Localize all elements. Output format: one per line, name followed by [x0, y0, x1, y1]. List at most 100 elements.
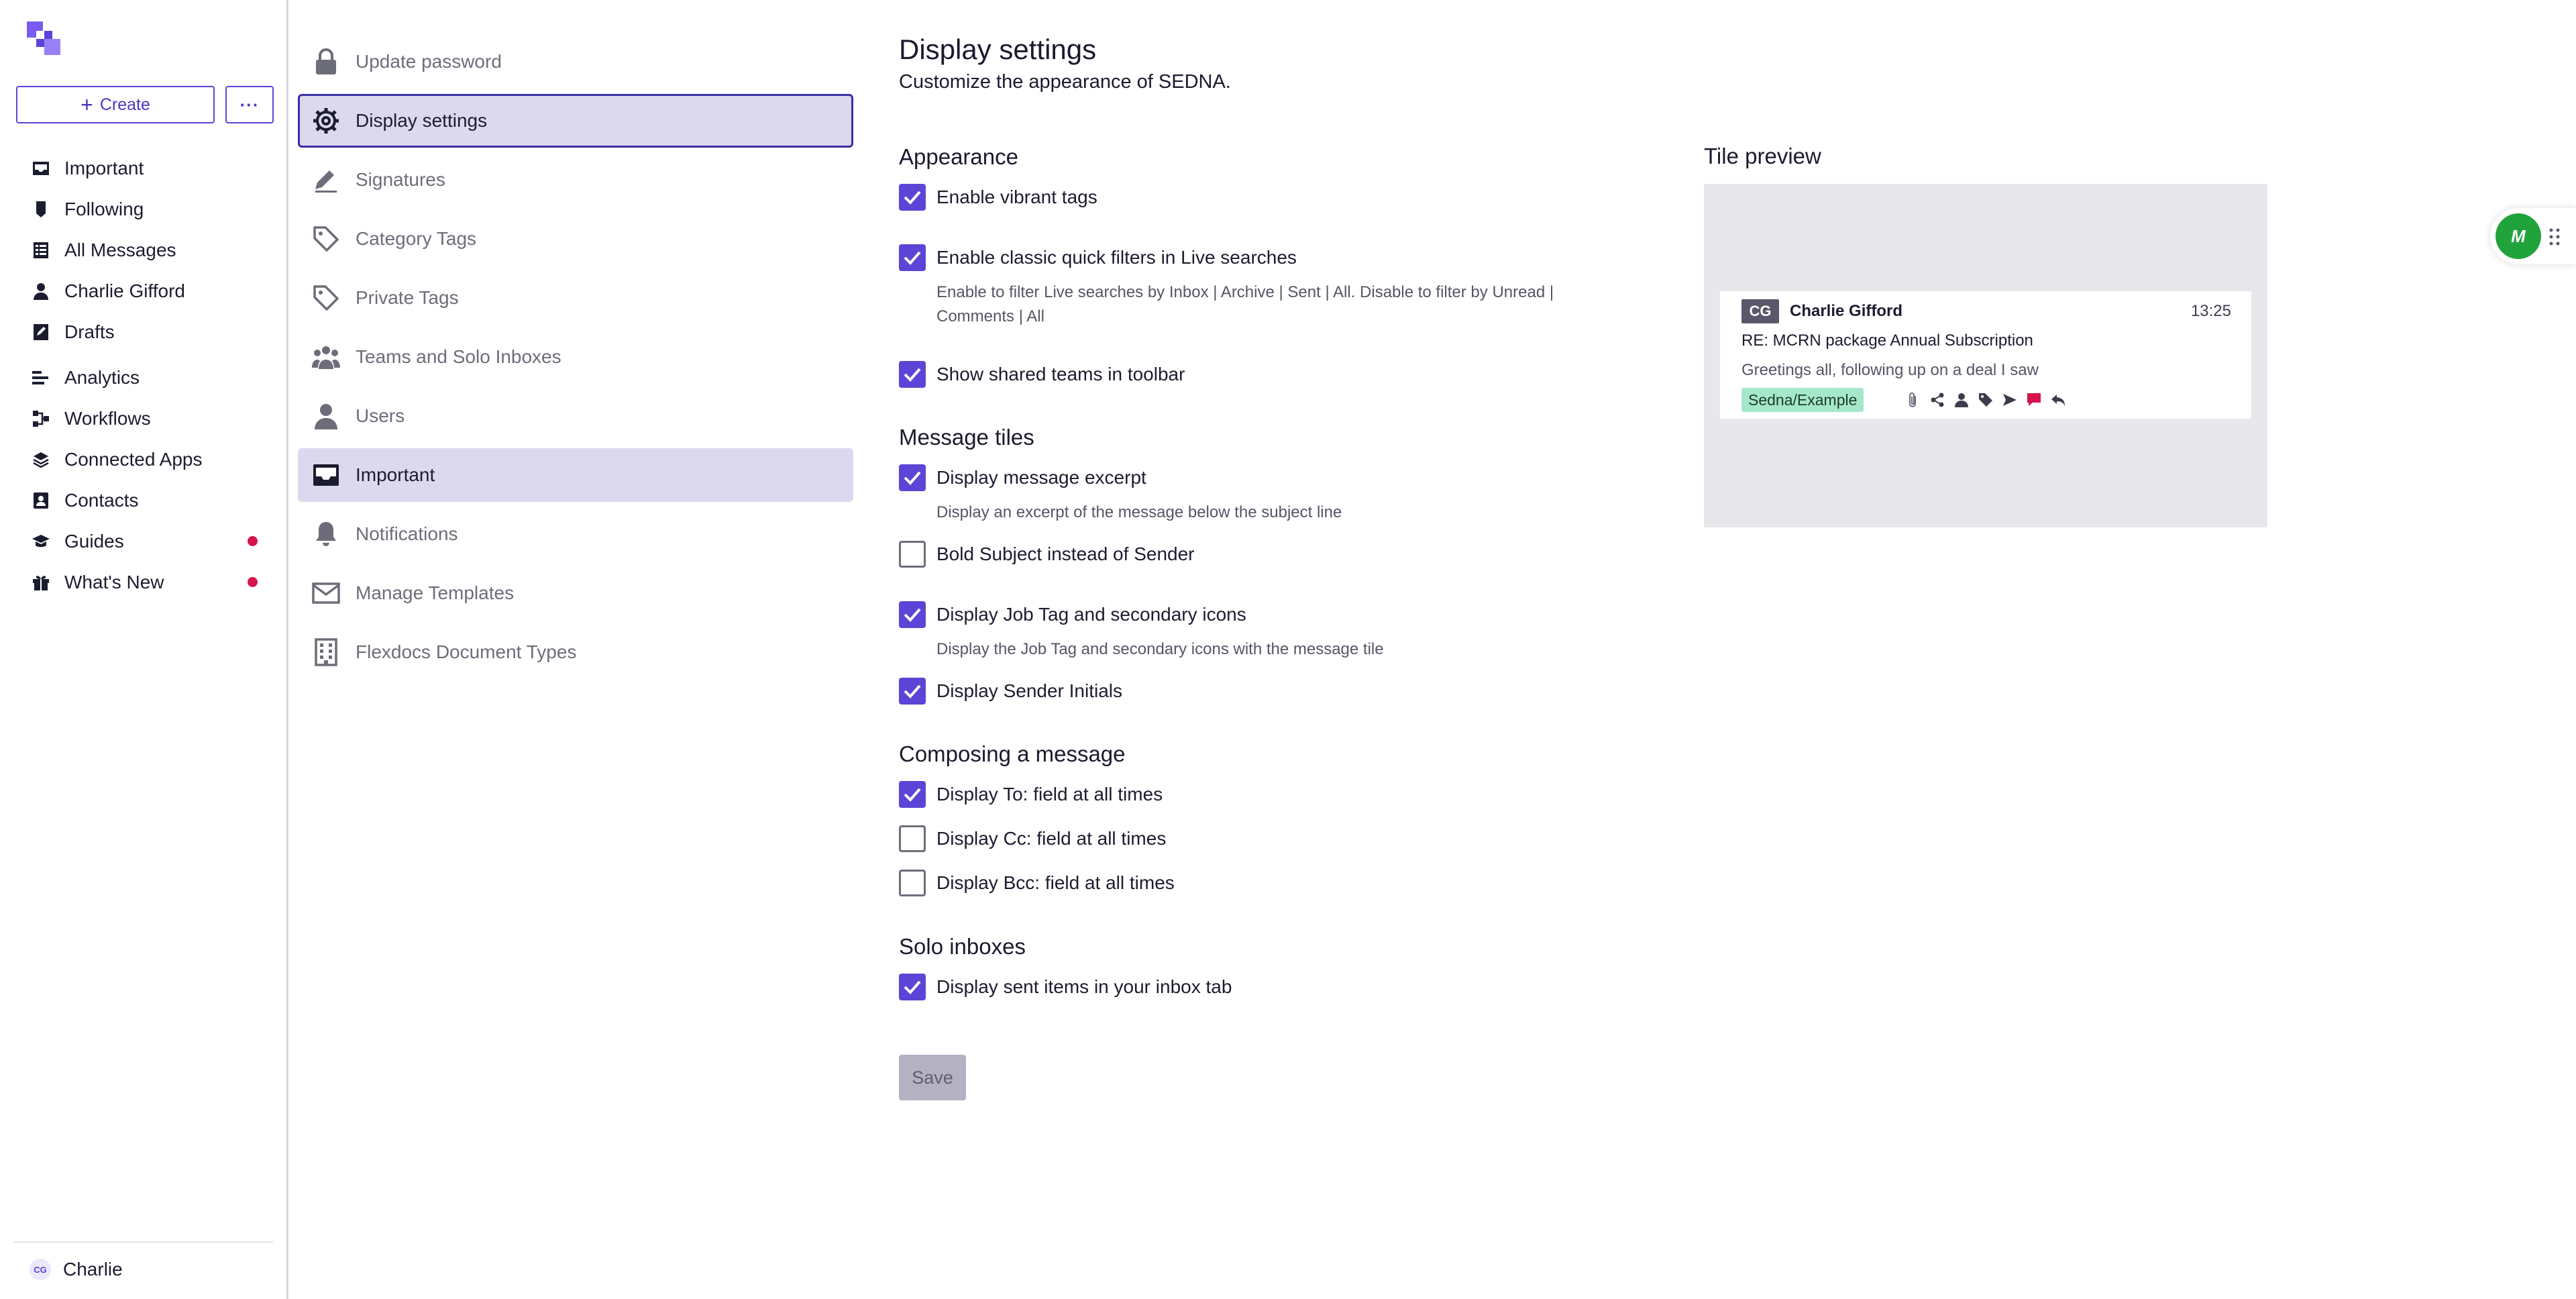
- checkbox-label: Display To: field at all times: [936, 784, 1163, 804]
- settings-item-manage-templates[interactable]: Manage Templates: [298, 566, 853, 620]
- checkbox-label: Bold Subject instead of Sender: [936, 543, 1195, 564]
- app-root: + Create ··· Important Following All Mes…: [0, 0, 2576, 1299]
- settings-item-important[interactable]: Important: [298, 448, 853, 502]
- sidebar-item-analytics[interactable]: Analytics: [0, 357, 287, 398]
- checkbox-checked-icon[interactable]: [899, 781, 926, 808]
- classic-quick-filters-hint: Enable to filter Live searches by Inbox …: [936, 283, 1554, 325]
- save-button[interactable]: Save: [899, 1055, 966, 1100]
- left-sidebar: + Create ··· Important Following All Mes…: [0, 0, 288, 1299]
- plus-icon: +: [80, 93, 93, 117]
- settings-item-label: Important: [356, 464, 435, 485]
- settings-item-users[interactable]: Users: [298, 389, 853, 443]
- checkbox-checked-icon[interactable]: [899, 974, 926, 1000]
- settings-item-notifications[interactable]: Notifications: [298, 507, 853, 561]
- sidebar-item-charlie-gifford[interactable]: Charlie Gifford: [0, 270, 287, 311]
- checkbox-label: Display Cc: field at all times: [936, 828, 1167, 849]
- sent-items-checkbox[interactable]: Display sent items in your inbox tab: [899, 974, 1232, 1000]
- workflows-icon: [31, 409, 51, 429]
- settings-item-signatures[interactable]: Signatures: [298, 153, 853, 207]
- tag-icon: [1976, 391, 1995, 409]
- settings-item-flexdocs-document-types[interactable]: Flexdocs Document Types: [298, 625, 853, 679]
- sidebar-item-label: Charlie Gifford: [64, 280, 186, 301]
- settings-item-label: Teams and Solo Inboxes: [356, 346, 561, 367]
- checkbox-label: Enable classic quick filters in Live sea…: [936, 247, 1297, 268]
- paperclip-icon: [1904, 391, 1923, 409]
- settings-item-label: Flexdocs Document Types: [356, 641, 577, 662]
- settings-item-category-tags[interactable]: Category Tags: [298, 212, 853, 266]
- bcc-field-checkbox[interactable]: Display Bcc: field at all times: [899, 870, 1175, 896]
- sidebar-item-contacts[interactable]: Contacts: [0, 480, 287, 521]
- settings-item-label: Notifications: [356, 523, 458, 544]
- tile-excerpt: Greetings all, following up on a deal I …: [1741, 361, 2039, 379]
- to-field-checkbox[interactable]: Display To: field at all times: [899, 781, 1163, 808]
- cc-field-checkbox[interactable]: Display Cc: field at all times: [899, 825, 1166, 852]
- sidebar-item-label: Important: [64, 157, 144, 178]
- sidebar-divider: [13, 1241, 273, 1243]
- create-button[interactable]: + Create: [16, 86, 215, 123]
- checkbox-checked-icon[interactable]: [899, 464, 926, 491]
- tile-secondary-icons: [1904, 391, 2068, 409]
- sidebar-item-following[interactable]: Following: [0, 189, 287, 229]
- checkbox-checked-icon[interactable]: [899, 244, 926, 271]
- notification-dot: [248, 577, 258, 587]
- tile-preview-heading: Tile preview: [1704, 144, 1821, 168]
- job-tag-checkbox[interactable]: Display Job Tag and secondary icons: [899, 601, 1246, 628]
- message-excerpt-checkbox[interactable]: Display message excerpt: [899, 464, 1146, 491]
- sidebar-item-label: Guides: [64, 530, 124, 552]
- person-icon: [31, 281, 51, 301]
- sidebar-item-connected-apps[interactable]: Connected Apps: [0, 439, 287, 480]
- sedna-logo-icon[interactable]: [27, 21, 60, 55]
- inbox-icon: [311, 460, 341, 490]
- settings-item-update-password[interactable]: Update password: [298, 35, 853, 89]
- page-subtitle: Customize the appearance of SEDNA.: [899, 71, 1231, 93]
- sidebar-item-whats-new[interactable]: What's New: [0, 562, 287, 603]
- job-tag-hint: Display the Job Tag and secondary icons …: [936, 640, 1384, 658]
- sidebar-item-label: Connected Apps: [64, 448, 203, 470]
- checkbox-label: Enable vibrant tags: [936, 187, 1097, 207]
- reply-icon: [2049, 391, 2068, 409]
- sidebar-item-label: Workflows: [64, 407, 151, 429]
- sidebar-item-workflows[interactable]: Workflows: [0, 398, 287, 439]
- user-icon: [1952, 391, 1971, 409]
- assistant-button[interactable]: M: [2496, 213, 2541, 259]
- gear-icon: [311, 106, 341, 136]
- settings-item-label: Update password: [356, 51, 502, 72]
- checkbox-checked-icon[interactable]: [899, 361, 926, 388]
- message-tile-preview: CG Charlie Gifford 13:25 RE: MCRN packag…: [1720, 291, 2251, 419]
- layers-icon: [31, 450, 51, 470]
- sender-initials-checkbox[interactable]: Display Sender Initials: [899, 678, 1122, 705]
- settings-item-display-settings[interactable]: Display settings: [298, 94, 853, 148]
- lock-icon: [311, 47, 341, 76]
- sidebar-item-all-messages[interactable]: All Messages: [0, 229, 287, 270]
- checkbox-checked-icon[interactable]: [899, 678, 926, 705]
- tag-icon: [311, 224, 341, 254]
- checkbox-checked-icon[interactable]: [899, 601, 926, 628]
- settings-item-teams-solo-inboxes[interactable]: Teams and Solo Inboxes: [298, 330, 853, 384]
- tile-subject: RE: MCRN package Annual Subscription: [1741, 331, 2033, 350]
- bold-subject-checkbox[interactable]: Bold Subject instead of Sender: [899, 541, 1194, 568]
- settings-item-private-tags[interactable]: Private Tags: [298, 271, 853, 325]
- sidebar-item-important[interactable]: Important: [0, 148, 287, 189]
- checkbox-label: Show shared teams in toolbar: [936, 364, 1185, 384]
- shared-teams-checkbox[interactable]: Show shared teams in toolbar: [899, 361, 1185, 388]
- sidebar-item-guides[interactable]: Guides: [0, 521, 287, 562]
- tile-time: 13:25: [2190, 302, 2231, 320]
- user-menu[interactable]: CG Charlie: [30, 1259, 123, 1280]
- sidebar-item-label: What's New: [64, 571, 164, 592]
- checkbox-unchecked-icon[interactable]: [899, 870, 926, 896]
- sidebar-item-label: All Messages: [64, 239, 176, 260]
- classic-quick-filters-checkbox[interactable]: Enable classic quick filters in Live sea…: [899, 244, 1297, 271]
- more-actions-button[interactable]: ···: [225, 86, 274, 123]
- user-name: Charlie: [63, 1259, 123, 1280]
- vibrant-tags-checkbox[interactable]: Enable vibrant tags: [899, 184, 1097, 211]
- checkbox-unchecked-icon[interactable]: [899, 825, 926, 852]
- graduation-cap-icon: [31, 531, 51, 552]
- checkbox-unchecked-icon[interactable]: [899, 541, 926, 568]
- settings-item-label: Private Tags: [356, 287, 459, 308]
- drag-handle-icon[interactable]: [2548, 227, 2561, 247]
- create-button-label: Create: [99, 95, 150, 114]
- checkbox-label: Display message excerpt: [936, 467, 1146, 488]
- sidebar-item-drafts[interactable]: Drafts: [0, 311, 287, 352]
- bell-icon: [311, 519, 341, 549]
- checkbox-checked-icon[interactable]: [899, 184, 926, 211]
